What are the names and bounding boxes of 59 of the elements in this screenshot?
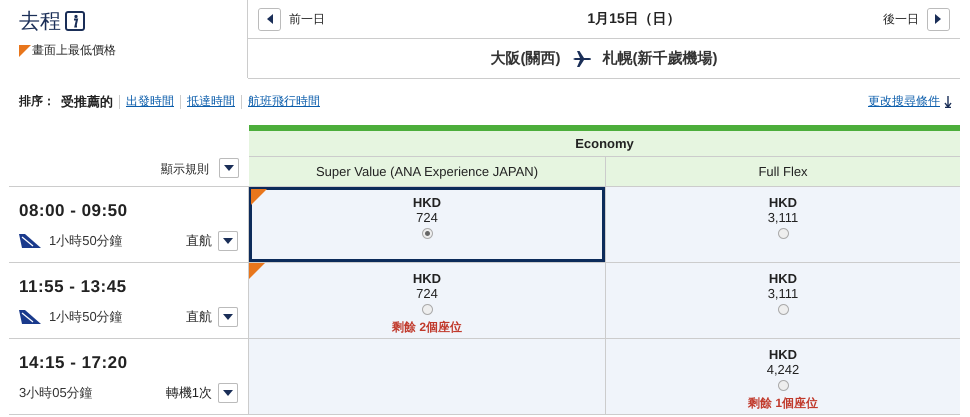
- seats-left: 剩餘 1個座位: [748, 395, 818, 412]
- origin-city: 大阪(關西): [490, 49, 560, 68]
- flight-time: 08:00 - 09:50: [19, 201, 129, 221]
- stops-label: 轉機1次: [166, 384, 212, 402]
- fare-column-header: Super Value (ANA Experience JAPAN): [314, 163, 540, 181]
- sort-label: 排序：: [19, 93, 55, 110]
- flight-details-dropdown[interactable]: [218, 383, 238, 403]
- display-rule-dropdown[interactable]: [219, 158, 239, 178]
- legend-text: 畫面上最低價格: [32, 42, 116, 59]
- flight-duration: 1小時50分鐘: [49, 308, 123, 326]
- right-triangle-icon: [935, 14, 942, 24]
- sort-option[interactable]: 受推薦的: [61, 94, 113, 109]
- sort-option[interactable]: 抵達時間: [187, 93, 235, 110]
- display-rule-label: 顯示規則: [161, 161, 209, 178]
- currency: HKD: [768, 271, 798, 286]
- lowest-price-marker-icon: [19, 44, 31, 56]
- fare-radio-button[interactable]: [422, 228, 432, 239]
- previous-day-link[interactable]: 前一日: [289, 10, 325, 28]
- fare-radio-button[interactable]: [778, 380, 788, 391]
- caret-icon: [223, 238, 233, 244]
- left-triangle-icon: [266, 14, 272, 24]
- next-day-button[interactable]: [926, 8, 950, 30]
- fare-price: 724: [416, 286, 438, 301]
- sort-option[interactable]: 航班飛行時間: [248, 93, 320, 110]
- caret-icon: [223, 314, 233, 320]
- fare-price: 3,111: [768, 286, 798, 301]
- flight-details-dropdown[interactable]: [218, 307, 238, 327]
- stops-label: 直航: [186, 232, 212, 250]
- page-title: 去程: [19, 8, 61, 35]
- flight-duration: 1小時50分鐘: [49, 232, 123, 250]
- flight-date: 1月15日（日）: [587, 10, 681, 28]
- flight-duration: 3小時05分鐘: [19, 384, 93, 402]
- info-icon[interactable]: [65, 11, 85, 31]
- previous-day-button[interactable]: [258, 8, 281, 30]
- change-search-link[interactable]: 更改搜尋條件: [868, 93, 940, 110]
- currency: HKD: [768, 195, 798, 210]
- fare-price: 724: [416, 210, 438, 225]
- flight-details-dropdown[interactable]: [218, 231, 238, 251]
- fare-price: 4,242: [766, 362, 800, 377]
- fare-radio-button[interactable]: [778, 228, 788, 239]
- fare-radio-button[interactable]: [422, 304, 432, 315]
- seats-left: 剩餘 2個座位: [392, 319, 462, 336]
- flight-time: 11:55 - 13:45: [19, 277, 128, 297]
- fare-radio-button[interactable]: [778, 304, 788, 315]
- currency: HKD: [412, 195, 442, 210]
- flight-time: 14:15 - 17:20: [19, 353, 129, 373]
- fare-column-header: Full Flex: [605, 157, 960, 186]
- next-day-link[interactable]: 後一日: [882, 10, 919, 28]
- caret-icon: [224, 165, 234, 171]
- cabin-header: Economy: [249, 131, 960, 157]
- currency: HKD: [412, 271, 442, 286]
- caret-icon: [223, 390, 233, 396]
- fare-price: 3,111: [768, 210, 798, 225]
- airplane-icon: [572, 50, 590, 66]
- down-arrow-icon: [944, 96, 952, 108]
- currency: HKD: [768, 347, 798, 362]
- stops-label: 直航: [186, 308, 212, 326]
- sort-option[interactable]: 出發時間: [126, 93, 174, 110]
- destination-city: 札幌(新千歲機場): [602, 49, 718, 68]
